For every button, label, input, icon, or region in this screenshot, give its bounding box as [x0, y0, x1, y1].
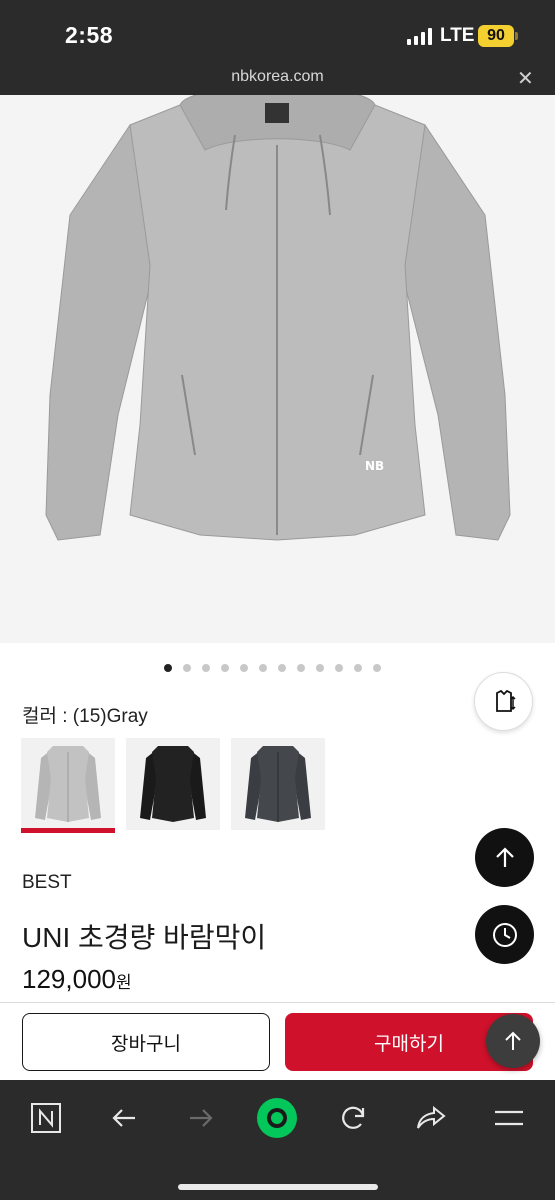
price-currency: 원	[115, 973, 132, 992]
black-jacket-thumb	[140, 746, 206, 822]
status-time: 2:58	[65, 22, 114, 48]
product-name: UNI 초경량 바람막이	[22, 922, 267, 953]
arrow-up-icon	[495, 846, 514, 867]
pagination-dot[interactable]	[202, 664, 210, 672]
green-dot-icon	[257, 1098, 297, 1138]
pagination-dot[interactable]	[240, 664, 248, 672]
scroll-top-button[interactable]	[475, 828, 534, 887]
color-label: 컬러 : (15)Gray	[22, 706, 148, 727]
menu-button[interactable]	[487, 1096, 531, 1140]
refresh-icon	[342, 1106, 365, 1129]
refresh-button[interactable]	[332, 1096, 376, 1140]
best-badge: BEST	[22, 872, 72, 893]
pagination-dot[interactable]	[297, 664, 305, 672]
size-guide-button[interactable]	[474, 672, 533, 731]
back-icon	[112, 1109, 135, 1127]
battery-level: 90	[478, 25, 514, 47]
pagination-dot[interactable]	[354, 664, 362, 672]
status-bar: 2:58 LTE 90	[0, 0, 555, 62]
pagination-dot[interactable]	[221, 664, 229, 672]
pagination-dot[interactable]	[164, 664, 172, 672]
share-button[interactable]	[409, 1096, 453, 1140]
gallery-pagination	[0, 664, 555, 672]
color-option-gray[interactable]	[21, 738, 115, 833]
home-indicator[interactable]	[178, 1184, 378, 1190]
naver-home-button[interactable]	[24, 1096, 68, 1140]
charcoal-jacket-thumb	[245, 746, 311, 822]
pagination-dot[interactable]	[316, 664, 324, 672]
scroll-top-button-secondary[interactable]	[486, 1014, 540, 1068]
divider	[0, 1002, 555, 1003]
forward-icon	[190, 1109, 213, 1127]
pagination-dot[interactable]	[373, 664, 381, 672]
product-image[interactable]: NB	[0, 95, 555, 643]
svg-text:NB: NB	[365, 459, 384, 473]
forward-button[interactable]	[179, 1096, 223, 1140]
pagination-dot[interactable]	[259, 664, 267, 672]
add-to-cart-button[interactable]: 장바구니	[22, 1013, 270, 1071]
color-option-black[interactable]	[126, 738, 220, 830]
battery-icon	[515, 32, 518, 40]
close-icon[interactable]: ✕	[517, 66, 534, 91]
url-text[interactable]: nbkorea.com	[0, 68, 555, 86]
share-icon	[417, 1105, 446, 1129]
gray-jacket-thumb	[35, 746, 101, 822]
jacket-image: NB	[45, 95, 511, 541]
arrow-up-icon	[505, 1031, 521, 1050]
size-guide-icon	[495, 689, 516, 712]
pagination-dot[interactable]	[335, 664, 343, 672]
clock-icon	[492, 922, 517, 947]
green-dot-button[interactable]	[255, 1096, 299, 1140]
naver-icon	[31, 1103, 61, 1133]
back-button[interactable]	[102, 1096, 146, 1140]
product-price: 129,000원	[22, 964, 132, 995]
price-value: 129,000	[22, 964, 116, 994]
pagination-dot[interactable]	[278, 664, 286, 672]
recent-history-button[interactable]	[475, 905, 534, 964]
signal-icon	[407, 28, 432, 45]
color-option-charcoal[interactable]	[231, 738, 325, 830]
menu-icon	[495, 1110, 523, 1126]
url-bar[interactable]: nbkorea.com ✕	[0, 62, 555, 95]
pagination-dot[interactable]	[183, 664, 191, 672]
network-type: LTE	[440, 25, 475, 46]
